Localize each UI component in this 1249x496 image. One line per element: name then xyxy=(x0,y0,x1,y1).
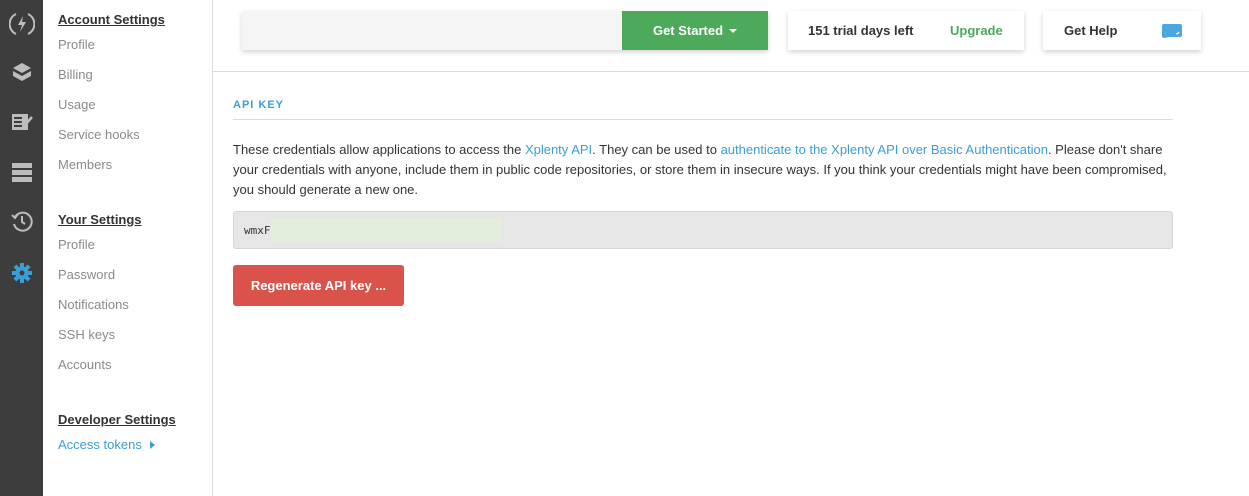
sidebar-item-access-tokens[interactable]: Access tokens xyxy=(58,430,176,460)
basic-auth-link[interactable]: authenticate to the Xplenty API over Bas… xyxy=(721,142,1048,157)
sidebar-item-password[interactable]: Password xyxy=(58,260,142,290)
app-nav-rail xyxy=(0,0,43,496)
api-key-section-title: API KEY xyxy=(233,99,285,111)
sidebar-item-access-tokens-label: Access tokens xyxy=(58,437,142,452)
get-started-label: Get Started xyxy=(652,23,724,38)
settings-gear-icon[interactable] xyxy=(0,258,43,288)
trial-box: 151 trial days left Upgrade xyxy=(788,11,1024,50)
packages-icon[interactable] xyxy=(0,57,43,87)
schedules-icon[interactable] xyxy=(0,206,43,236)
your-settings-section: Your Settings Profile Password Notificat… xyxy=(58,210,142,380)
caret-right-icon xyxy=(149,441,155,449)
account-settings-heading[interactable]: Account Settings xyxy=(58,10,165,30)
get-help-button[interactable]: Get Help xyxy=(1043,23,1143,38)
xplenty-api-link[interactable]: Xplenty API xyxy=(525,142,592,157)
sidebar-item-your-profile[interactable]: Profile xyxy=(58,230,142,260)
sidebar-item-members[interactable]: Members xyxy=(58,150,165,180)
logo-bolt-icon[interactable] xyxy=(0,9,43,39)
trial-days-text: 151 trial days left xyxy=(808,23,914,38)
desc-text-1: These credentials allow applications to … xyxy=(233,142,525,157)
sidebar-item-service-hooks[interactable]: Service hooks xyxy=(58,120,165,150)
search-input[interactable] xyxy=(242,11,622,50)
sidebar-item-ssh-keys[interactable]: SSH keys xyxy=(58,320,142,350)
sidebar-item-usage[interactable]: Usage xyxy=(58,90,165,120)
get-started-button[interactable]: Get Started xyxy=(622,11,768,50)
top-header: Get Started 151 trial days left Upgrade … xyxy=(213,0,1249,72)
help-box: Get Help xyxy=(1043,11,1201,50)
upgrade-button[interactable]: Upgrade xyxy=(930,23,1003,38)
sidebar-item-billing[interactable]: Billing xyxy=(58,60,165,90)
api-key-redaction xyxy=(270,218,501,242)
chevron-down-icon xyxy=(729,28,738,33)
section-divider xyxy=(233,119,1173,120)
chat-button[interactable] xyxy=(1143,11,1201,50)
sidebar-item-account-profile[interactable]: Profile xyxy=(58,30,165,60)
desc-text-2: . They can be used to xyxy=(592,142,721,157)
regenerate-api-key-button[interactable]: Regenerate API key ... xyxy=(233,265,404,306)
sidebar-item-notifications[interactable]: Notifications xyxy=(58,290,142,320)
api-key-value: wmxF xyxy=(244,223,271,237)
sidebar-item-accounts[interactable]: Accounts xyxy=(58,350,142,380)
your-settings-heading[interactable]: Your Settings xyxy=(58,210,142,230)
clusters-icon[interactable] xyxy=(0,157,43,187)
api-key-description: These credentials allow applications to … xyxy=(233,140,1173,200)
search-bar: Get Started xyxy=(242,11,768,50)
jobs-icon[interactable] xyxy=(0,107,43,137)
chat-bubble-icon xyxy=(1162,23,1182,38)
api-key-field[interactable]: wmxF xyxy=(233,211,1173,249)
developer-settings-section: Developer Settings Access tokens xyxy=(58,410,176,460)
account-settings-section: Account Settings Profile Billing Usage S… xyxy=(58,10,165,180)
developer-settings-heading[interactable]: Developer Settings xyxy=(58,410,176,430)
settings-sidebar: Account Settings Profile Billing Usage S… xyxy=(43,0,213,496)
